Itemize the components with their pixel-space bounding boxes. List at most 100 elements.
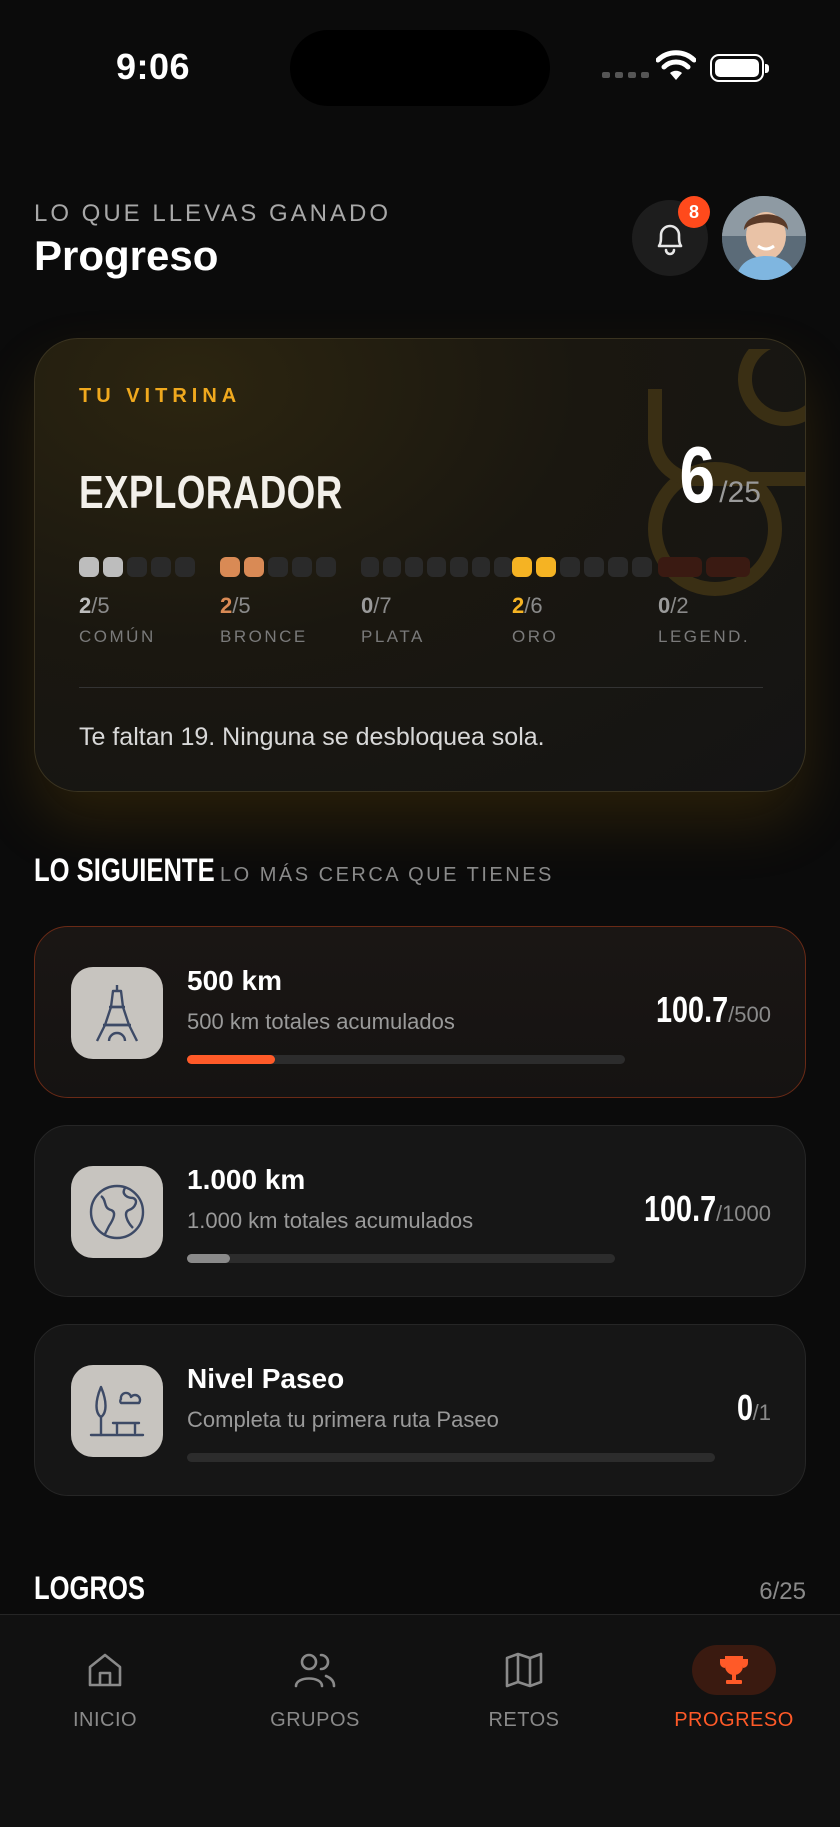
goal-progress-bar <box>187 1254 615 1263</box>
goal-progress-bar <box>187 1453 715 1462</box>
tier-dot <box>471 557 490 577</box>
goal-value: 100.7 /500 <box>638 989 771 1031</box>
tier-legendario: 0/2 LEGEND. <box>658 557 763 647</box>
tier-dot <box>244 557 264 577</box>
tier-name: ORO <box>512 627 559 646</box>
dynamic-island <box>290 30 550 106</box>
tier-name: LEGEND. <box>658 627 751 646</box>
tab-label: RETOS <box>488 1709 560 1731</box>
tier-dot <box>151 557 171 577</box>
home-icon <box>5 1645 205 1695</box>
tier-got: 0 <box>361 593 374 618</box>
tier-dot <box>361 557 380 577</box>
status-time: 9:06 <box>116 46 191 87</box>
tier-max: /5 <box>232 593 251 618</box>
vitrina-card[interactable]: TU VITRINA EXPLORADOR 6 /25 2/5 COMÚN 2/… <box>34 338 806 792</box>
goal-progress-fill <box>187 1254 231 1263</box>
goal-max: /1000 <box>715 1201 771 1226</box>
tier-dot <box>658 557 702 577</box>
goal-max: /500 <box>728 1002 771 1027</box>
tier-dot <box>706 557 750 577</box>
tier-max: /5 <box>91 593 110 618</box>
goal-subtitle: 1.000 km totales acumulados <box>187 1208 474 1233</box>
siguiente-header: LO SIGUIENTE LO MÁS CERCA QUE TIENES <box>34 852 554 889</box>
tier-dot <box>127 557 147 577</box>
goal-value: 100.7 /1000 <box>626 1188 771 1230</box>
tier-dot <box>512 557 532 577</box>
tier-name: PLATA <box>361 627 425 646</box>
divider <box>79 687 763 688</box>
park-tree-icon <box>71 1365 163 1457</box>
tier-dots <box>512 557 658 579</box>
vitrina-title: EXPLORADOR <box>79 466 343 518</box>
goal-max: /1 <box>752 1400 771 1425</box>
page-title: Progreso <box>34 232 219 279</box>
goal-current: 100.7 <box>656 989 729 1030</box>
tab-label: INICIO <box>72 1709 138 1731</box>
tier-dot <box>536 557 556 577</box>
goal-title: Nivel Paseo <box>187 1363 345 1394</box>
tier-dots <box>361 557 512 579</box>
cellular-signal-icon <box>602 72 649 78</box>
tier-plata: 0/7 PLATA <box>361 557 512 647</box>
tab-grupos[interactable]: GRUPOS <box>215 1645 415 1732</box>
tier-dot <box>383 557 402 577</box>
goal-card-1000km[interactable]: 1.000 km 1.000 km totales acumulados 100… <box>34 1125 806 1297</box>
tab-label: PROGRESO <box>674 1709 794 1731</box>
vitrina-count: 6 /25 <box>675 429 761 521</box>
tier-name: BRONCE <box>220 627 308 646</box>
tier-comun: 2/5 COMÚN <box>79 557 220 647</box>
vitrina-eyebrow: TU VITRINA <box>79 385 242 407</box>
avatar[interactable] <box>722 196 806 280</box>
goal-progress-fill <box>187 1055 276 1064</box>
tab-inicio[interactable]: INICIO <box>5 1645 205 1732</box>
tier-dot <box>608 557 628 577</box>
tier-dot <box>632 557 652 577</box>
tier-got: 0 <box>658 593 671 618</box>
tier-dot <box>449 557 468 577</box>
tier-dot <box>427 557 446 577</box>
tier-dots <box>220 557 361 579</box>
tier-dots <box>79 557 220 579</box>
tier-dots <box>658 557 763 579</box>
notification-badge: 8 <box>678 196 710 228</box>
users-icon <box>215 1645 415 1695</box>
goal-subtitle: 500 km totales acumulados <box>187 1009 455 1034</box>
logros-count: 6/25 <box>759 1578 806 1605</box>
goal-current: 100.7 <box>643 1188 716 1229</box>
globe-icon <box>71 1166 163 1258</box>
tier-dot <box>493 557 512 577</box>
tab-label: GRUPOS <box>270 1709 360 1731</box>
map-icon <box>424 1645 624 1695</box>
tier-got: 2 <box>79 593 92 618</box>
tier-dot <box>584 557 604 577</box>
tier-dot <box>103 557 123 577</box>
tier-oro: 2/6 ORO <box>512 557 658 647</box>
header-eyebrow: LO QUE LLEVAS GANADO <box>34 200 391 227</box>
tier-dot <box>268 557 288 577</box>
tab-retos[interactable]: RETOS <box>424 1645 624 1732</box>
goal-value: 0 /1 <box>733 1387 771 1429</box>
tier-dot <box>220 557 240 577</box>
goal-card-500km[interactable]: 500 km 500 km totales acumulados 100.7 /… <box>34 926 806 1098</box>
goal-subtitle: Completa tu primera ruta Paseo <box>187 1407 499 1432</box>
eiffel-tower-icon <box>71 967 163 1059</box>
tier-dot <box>292 557 312 577</box>
trophy-icon <box>692 1645 776 1695</box>
goal-title: 1.000 km <box>187 1164 306 1195</box>
tier-dot <box>560 557 580 577</box>
goal-card-nivel-paseo[interactable]: Nivel Paseo Completa tu primera ruta Pas… <box>34 1324 806 1496</box>
tier-bronce: 2/5 BRONCE <box>220 557 361 647</box>
goal-progress-bar <box>187 1055 625 1064</box>
battery-icon <box>710 54 769 82</box>
tab-progreso[interactable]: PROGRESO <box>634 1645 834 1732</box>
tier-got: 2 <box>220 593 233 618</box>
tier-dot <box>79 557 99 577</box>
tier-list: 2/5 COMÚN 2/5 BRONCE 0/7 PLATA 2/6 ORO 0… <box>79 557 763 647</box>
goal-title: 500 km <box>187 965 282 996</box>
wifi-icon <box>656 50 696 80</box>
goal-current: 0 <box>736 1387 753 1428</box>
tier-dot <box>175 557 195 577</box>
vitrina-count-value: 6 <box>679 430 715 519</box>
tier-name: COMÚN <box>79 627 156 646</box>
